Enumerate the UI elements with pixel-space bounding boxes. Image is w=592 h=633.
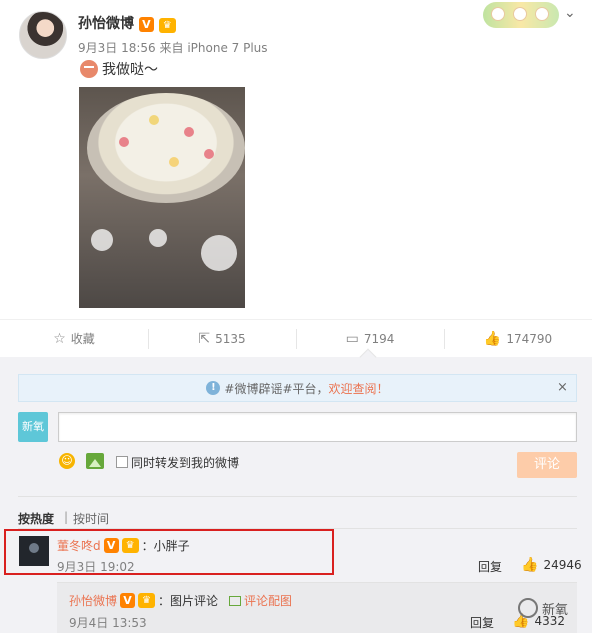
comment-text: ：图片评论 — [158, 594, 219, 608]
piggy-emoji-icon — [80, 60, 98, 78]
post-text-content: 我做哒～ — [102, 62, 158, 78]
reply-link[interactable]: 回复 — [470, 614, 494, 631]
sort-separator: | — [64, 510, 69, 524]
action-bar: ☆ 收藏 ⇱ 5135 ▭ 7194 👍 174790 — [0, 319, 592, 357]
my-avatar: 新氧 — [18, 412, 48, 442]
icecream-sticker — [201, 235, 237, 271]
info-icon: ! — [206, 381, 221, 395]
submit-comment-button[interactable]: 评论 — [517, 452, 577, 478]
repost-icon: ⇱ — [198, 330, 211, 347]
verified-badge-icon: V — [103, 538, 119, 553]
emoji-picker-icon[interactable]: ☺ — [59, 453, 75, 469]
candy-sticker — [91, 229, 113, 251]
author-name-row: 孙怡微博 V ♛ — [78, 13, 176, 33]
image-upload-icon[interactable] — [86, 453, 104, 469]
thumbs-up-icon: 👍 — [483, 330, 502, 347]
like-button[interactable]: 👍 174790 — [444, 320, 592, 357]
commenter-name[interactable]: 孙怡微博 — [69, 592, 117, 609]
member-crown-icon: ♛ — [138, 593, 156, 608]
member-crown-icon: ♛ — [121, 538, 139, 553]
thumbs-up-icon: 👍 — [521, 557, 539, 573]
comment-icon: ▭ — [345, 330, 359, 347]
commenter-avatar[interactable] — [19, 536, 49, 566]
sort-by-time-tab[interactable]: 按时间 — [73, 510, 109, 527]
author-avatar[interactable] — [19, 11, 67, 59]
comment-text: ：小胖子 — [141, 539, 190, 553]
comment-like-button[interactable]: 👍 24946 — [521, 557, 582, 573]
author-name[interactable]: 孙怡微博 — [78, 16, 134, 32]
star-icon: ☆ — [53, 330, 66, 347]
chevron-down-icon[interactable]: ⌄ — [564, 5, 576, 21]
notice-text: #微博辟谣#平台， — [224, 381, 329, 396]
watermark-text: 新氧 — [542, 602, 569, 618]
comment-line: 董冬咚d V ♛ ：小胖子 — [57, 537, 190, 554]
watermark: 新氧 — [518, 598, 568, 618]
rumor-notice: ! #微博辟谣#平台， 欢迎查阅！ — [18, 374, 577, 402]
comment-time: 9月3日 19:02 — [57, 560, 135, 574]
decoration-banner — [483, 2, 559, 28]
divider — [18, 496, 577, 497]
bowl-shape — [87, 93, 245, 203]
comment-like-count: 24946 — [543, 558, 582, 572]
image-icon — [229, 595, 242, 606]
star-sticker — [149, 229, 167, 247]
post-time[interactable]: 9月3日 18:56 — [78, 41, 156, 55]
favorite-button[interactable]: ☆ 收藏 — [0, 320, 148, 357]
post-photo[interactable] — [79, 87, 245, 308]
post-meta: 9月3日 18:56 来自 iPhone 7 Plus — [78, 39, 268, 56]
notice-link[interactable]: 欢迎查阅！ — [329, 380, 389, 397]
commenter-name[interactable]: 董冬咚d — [57, 537, 101, 554]
member-crown-icon: ♛ — [158, 18, 176, 33]
wechat-logo-icon — [518, 598, 538, 618]
comment-input[interactable] — [58, 412, 577, 442]
close-icon[interactable]: × — [557, 380, 568, 395]
verified-badge-icon: V — [120, 593, 136, 608]
repost-checkbox[interactable] — [116, 456, 128, 468]
repost-checkbox-label: 同时转发到我的微博 — [131, 456, 240, 470]
reply-link[interactable]: 回复 — [478, 558, 502, 575]
comment-picture-link[interactable]: 评论配图 — [229, 592, 292, 609]
sort-by-hot-tab[interactable]: 按热度 — [18, 510, 54, 527]
post-text: 我做哒～ — [80, 59, 158, 79]
comment-time: 9月4日 13:53 — [69, 616, 147, 630]
comment-line: 孙怡微博 V ♛ ：图片评论 评论配图 — [69, 592, 292, 609]
post-source[interactable]: 来自 iPhone 7 Plus — [160, 41, 268, 55]
verified-badge-icon: V — [138, 17, 154, 32]
repost-button[interactable]: ⇱ 5135 — [148, 320, 296, 357]
